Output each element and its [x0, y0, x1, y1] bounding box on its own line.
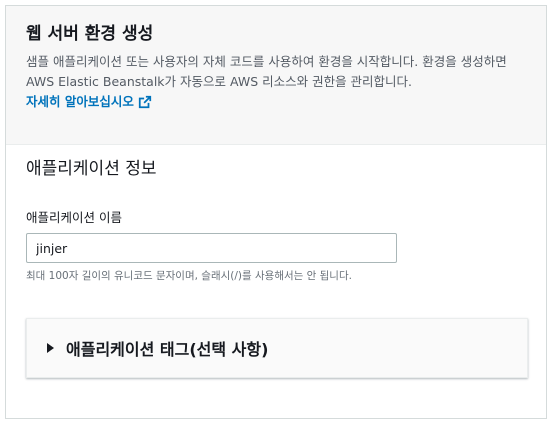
description-text: 샘플 애플리케이션 또는 사용자의 자체 코드를 사용하여 환경을 시작합니다.… [26, 54, 507, 89]
app-name-input[interactable] [26, 233, 397, 263]
learn-more-label: 자세히 알아보십시오 [26, 94, 134, 109]
section-title: 애플리케이션 정보 [26, 159, 157, 179]
external-link-icon [138, 95, 151, 109]
expander-label: 애플리케이션 태그(선택 사항) [66, 340, 269, 359]
app-name-label: 애플리케이션 이름 [26, 210, 122, 225]
create-environment-panel: 웹 서버 환경 생성 샘플 애플리케이션 또는 사용자의 자체 코드를 사용하여… [5, 5, 547, 419]
page-description: 샘플 애플리케이션 또는 사용자의 자체 코드를 사용하여 환경을 시작합니다.… [26, 52, 534, 112]
learn-more-link[interactable]: 자세히 알아보십시오 [26, 92, 152, 112]
app-name-hint: 최대 100자 길이의 유니코드 문자이며, 슬래시(/)를 사용해서는 안 됩… [26, 270, 352, 282]
application-tags-expander[interactable]: 애플리케이션 태그(선택 사항) [26, 318, 528, 378]
page-title: 웹 서버 환경 생성 [26, 24, 154, 44]
panel-header: 웹 서버 환경 생성 샘플 애플리케이션 또는 사용자의 자체 코드를 사용하여… [6, 6, 546, 145]
caret-right-icon [47, 343, 54, 353]
application-info-section: 애플리케이션 정보 애플리케이션 이름 최대 100자 길이의 유니코드 문자이… [6, 157, 546, 378]
